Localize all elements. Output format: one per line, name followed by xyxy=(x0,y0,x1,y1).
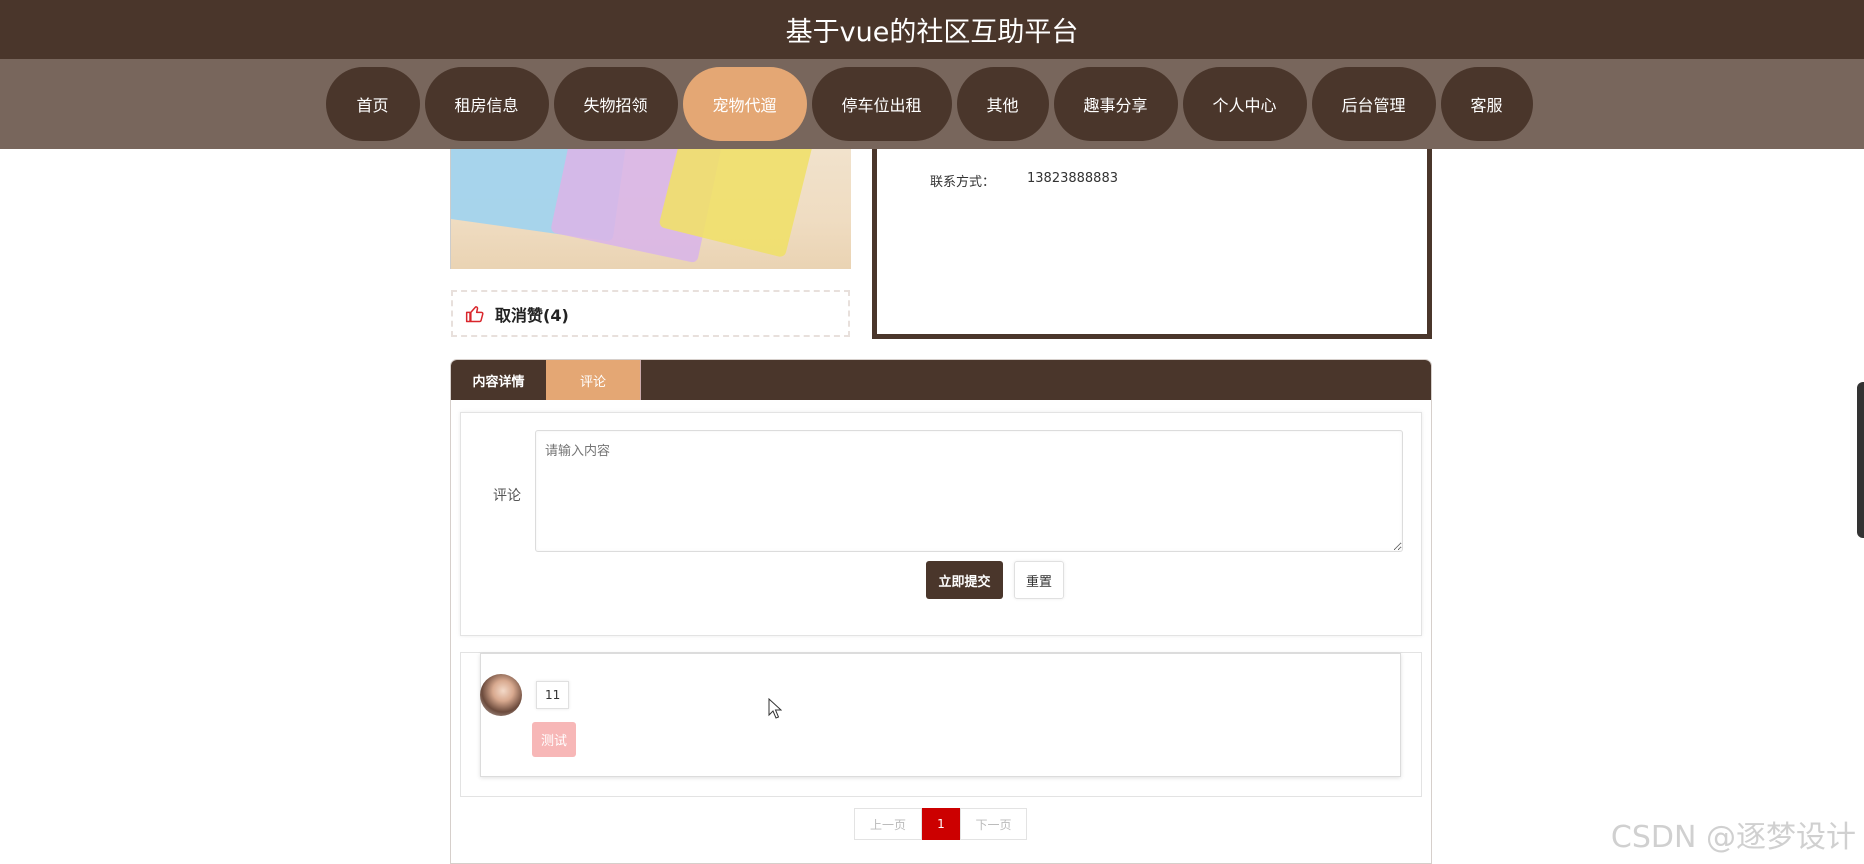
scrollbar-handle[interactable] xyxy=(1857,382,1864,538)
comment-username: 11 xyxy=(536,681,570,709)
page-number-button[interactable]: 1 xyxy=(922,808,960,840)
next-page-button[interactable]: 下一页 xyxy=(960,808,1027,840)
pagination: 上一页 1 下一页 xyxy=(854,808,1027,840)
reset-button[interactable]: 重置 xyxy=(1014,561,1064,599)
contact-label: 联系方式： xyxy=(930,175,996,190)
mouse-pointer-icon xyxy=(768,698,782,719)
nav-item-home[interactable]: 首页 xyxy=(325,67,420,141)
contact-row: 联系方式： 13823888883 xyxy=(930,171,1118,190)
comment-input[interactable] xyxy=(535,430,1403,552)
nav-item-other[interactable]: 其他 xyxy=(956,67,1049,141)
main-nav: 首页 租房信息 失物招领 宠物代遛 停车位出租 其他 趣事分享 个人中心 后台管… xyxy=(0,59,1864,149)
nav-item-lost-found[interactable]: 失物招领 xyxy=(553,67,678,141)
like-label: 取消赞(4) xyxy=(495,305,569,325)
tab-header: 内容详情 评论 xyxy=(451,360,1431,400)
list-item: 11 测试 xyxy=(480,653,1401,777)
nav-list: 首页 租房信息 失物招领 宠物代遛 停车位出租 其他 趣事分享 个人中心 后台管… xyxy=(325,67,1533,141)
comment-content: 测试 xyxy=(532,722,576,757)
detail-image xyxy=(450,149,851,269)
site-title: 基于vue的社区互助平台 xyxy=(785,17,1079,48)
nav-item-pet-walking[interactable]: 宠物代遛 xyxy=(682,67,807,141)
tab-content-detail[interactable]: 内容详情 xyxy=(451,360,546,400)
nav-item-rental[interactable]: 租房信息 xyxy=(424,67,549,141)
detail-tabs-panel: 内容详情 评论 评论 立即提交 重置 11 测试 上一页 1 下一页 xyxy=(450,359,1432,864)
comment-label: 评论 xyxy=(493,488,521,504)
detail-info-panel: 联系方式： 13823888883 xyxy=(872,149,1432,339)
prev-page-button[interactable]: 上一页 xyxy=(854,808,922,840)
nav-item-parking[interactable]: 停车位出租 xyxy=(811,67,952,141)
nav-item-customer-service[interactable]: 客服 xyxy=(1440,67,1533,141)
nav-item-fun-share[interactable]: 趣事分享 xyxy=(1053,67,1178,141)
watermark: CSDN @逐梦设计 xyxy=(1610,820,1856,855)
like-toggle[interactable]: 取消赞(4) xyxy=(451,290,850,337)
submit-button[interactable]: 立即提交 xyxy=(926,561,1003,599)
thumbs-up-icon xyxy=(465,305,484,322)
tab-comments[interactable]: 评论 xyxy=(546,360,641,400)
comment-list: 11 测试 xyxy=(460,652,1422,797)
nav-item-personal-center[interactable]: 个人中心 xyxy=(1182,67,1307,141)
avatar xyxy=(480,674,522,716)
contact-value: 13823888883 xyxy=(1027,171,1118,186)
nav-item-admin[interactable]: 后台管理 xyxy=(1311,67,1436,141)
comment-form: 评论 立即提交 重置 xyxy=(460,412,1422,636)
site-header: 基于vue的社区互助平台 xyxy=(0,0,1864,59)
